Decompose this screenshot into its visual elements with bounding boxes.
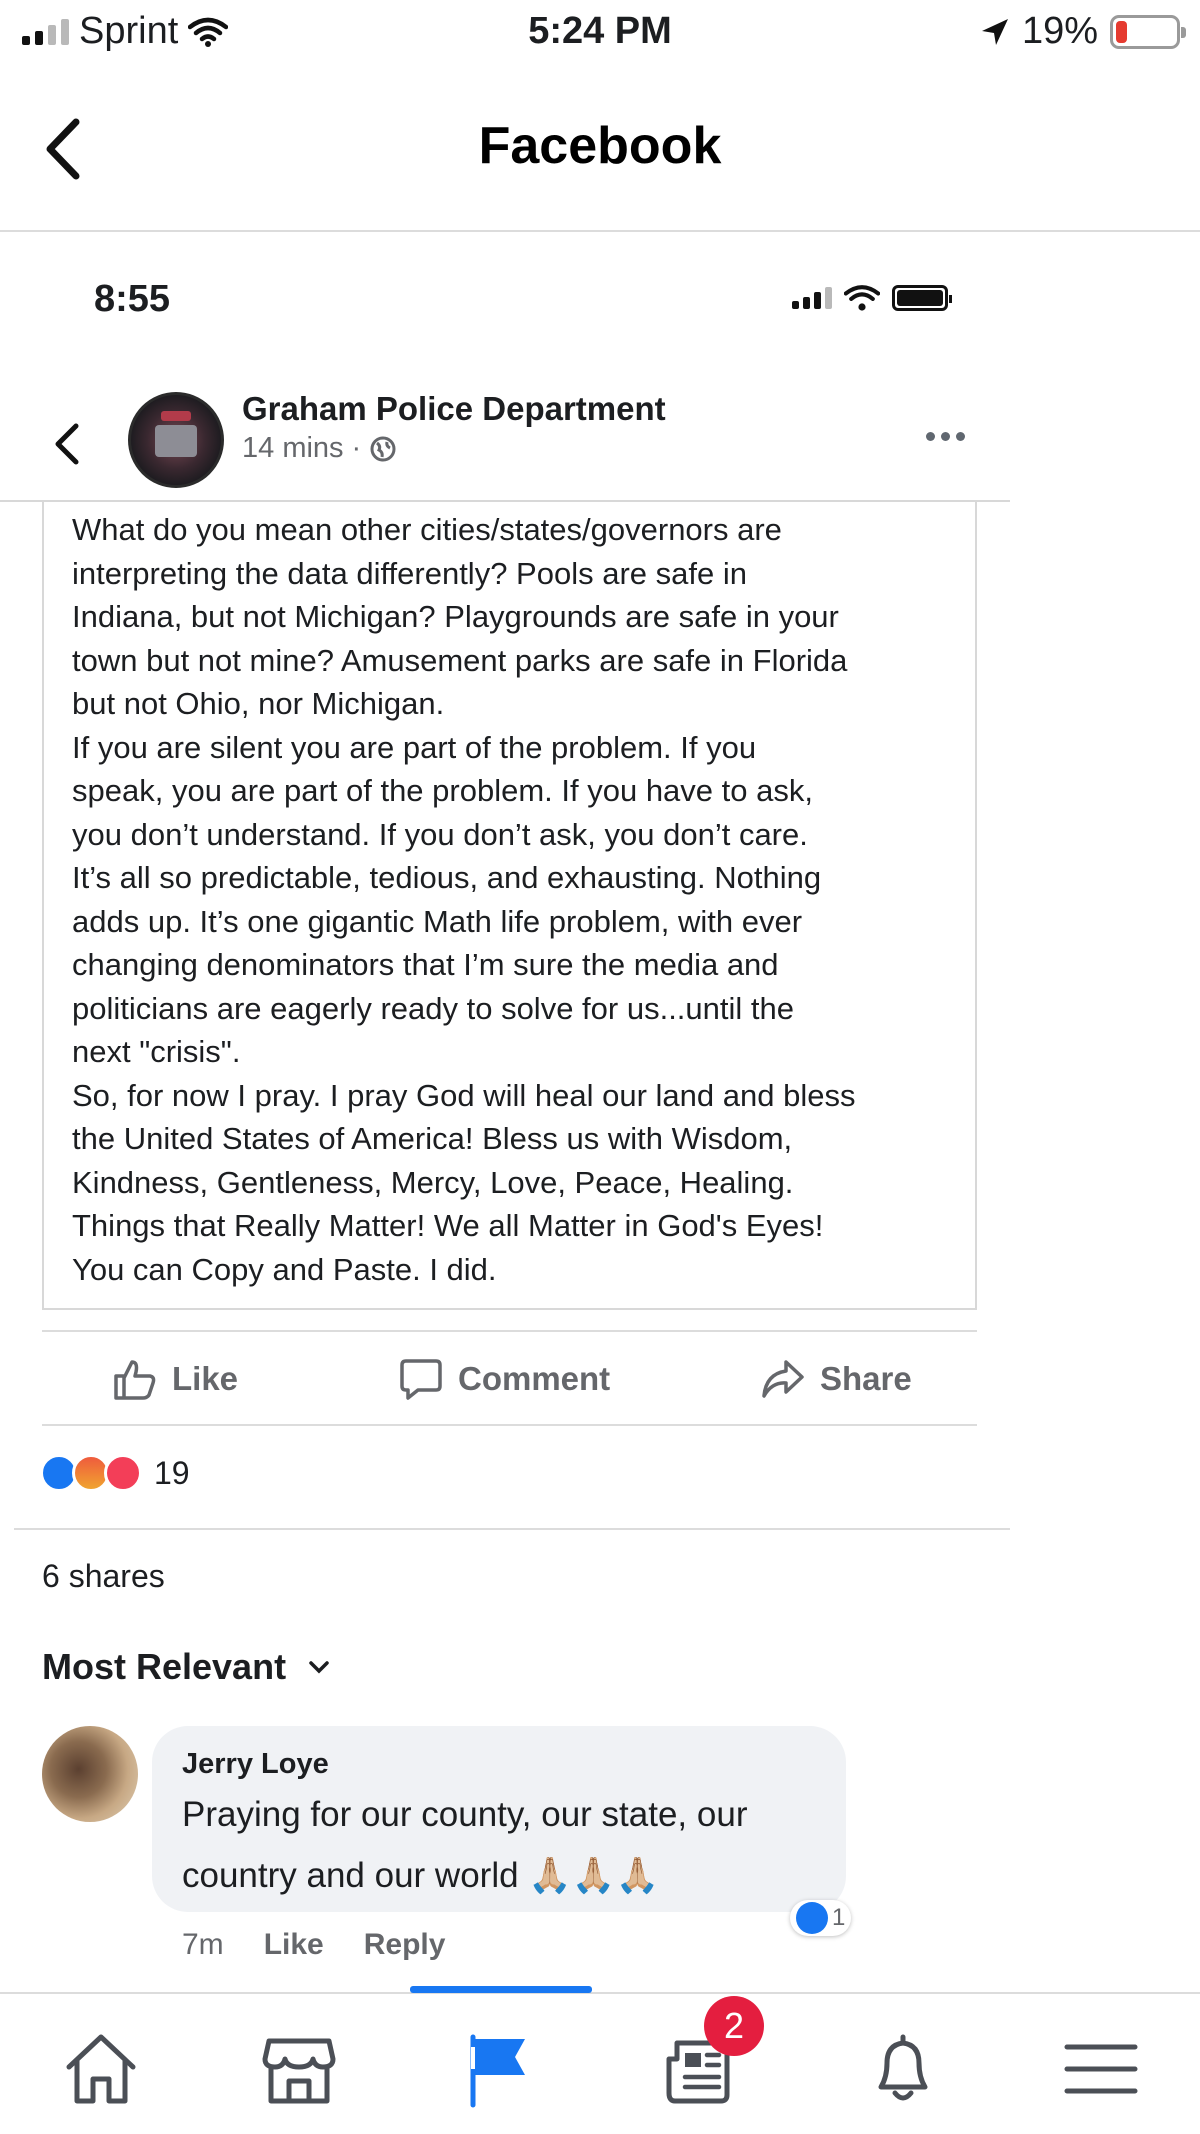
comment-like-count: 1	[832, 1904, 846, 1931]
tab-notifications[interactable]	[858, 2024, 948, 2114]
like-label: Like	[172, 1360, 239, 1397]
inner-cell-signal-icon	[792, 287, 832, 309]
location-arrow-icon	[981, 18, 1008, 45]
tab-pages[interactable]	[454, 2024, 544, 2114]
bottom-tab-bar: 2	[0, 1986, 1200, 2134]
battery-icon	[1110, 14, 1186, 49]
post-text: What do you mean other cities/states/gov…	[72, 512, 856, 1287]
post-header: Graham Police Department 14 mins ·	[0, 372, 1010, 502]
divider	[14, 1528, 1010, 1530]
sort-label: Most Relevant	[42, 1646, 287, 1687]
commenter-avatar[interactable]	[42, 1726, 138, 1822]
comment-like-icon	[796, 1902, 828, 1934]
notifications-bell-icon	[878, 2034, 928, 2101]
comment-button[interactable]: Comment	[398, 1356, 610, 1402]
post-time[interactable]: 14 mins	[242, 432, 344, 465]
inner-status-time: 8:55	[94, 278, 171, 320]
inner-battery-icon	[892, 285, 952, 311]
reaction-count: 19	[154, 1454, 190, 1491]
share-button[interactable]: Share	[760, 1356, 912, 1402]
tab-news[interactable]: 2	[656, 1996, 764, 2114]
menu-hamburger-icon	[1064, 2044, 1138, 2094]
post-author[interactable]: Graham Police Department	[242, 390, 666, 428]
notification-badge: 2	[704, 1996, 764, 2056]
comment-author[interactable]: Jerry Loye	[182, 1748, 329, 1781]
share-label: Share	[820, 1360, 912, 1397]
chevron-down-icon	[309, 1661, 329, 1674]
active-tab-indicator	[410, 1986, 592, 1993]
inner-status-icons	[792, 284, 952, 312]
love-reaction-icon	[104, 1454, 142, 1492]
comment-reaction-badge[interactable]: 1	[790, 1900, 852, 1936]
nav-header: Facebook	[0, 66, 1200, 232]
status-right: 19%	[980, 10, 1186, 53]
like-button[interactable]: Like	[112, 1356, 238, 1402]
nav-title: Facebook	[478, 117, 722, 175]
comment-reply-link[interactable]: Reply	[364, 1928, 446, 1962]
comment-bubble-icon	[400, 1359, 442, 1400]
post-actions: Like Comment Share	[42, 1330, 977, 1426]
comment-like-link[interactable]: Like	[264, 1928, 324, 1962]
tab-marketplace[interactable]	[254, 2024, 344, 2114]
marketplace-icon	[262, 2038, 336, 2104]
inner-wifi-icon	[844, 285, 880, 311]
meta-separator: ·	[351, 432, 362, 464]
comment-time: 7m	[182, 1928, 224, 1961]
comment-bubble: Jerry Loye Praying for our county, our s…	[152, 1726, 846, 1912]
home-icon	[66, 2034, 136, 2104]
battery-level	[1116, 20, 1127, 43]
comment-meta: 7m Like Reply	[182, 1928, 445, 1962]
post-back-chevron-icon[interactable]	[52, 422, 82, 466]
share-count[interactable]: 6 shares	[42, 1558, 165, 1595]
post-meta: 14 mins ·	[242, 432, 397, 465]
more-options-icon[interactable]	[926, 432, 965, 441]
comment-label: Comment	[458, 1360, 611, 1397]
post-body: What do you mean other cities/states/gov…	[42, 502, 977, 1310]
police-badge-avatar[interactable]	[128, 392, 224, 488]
reaction-summary[interactable]: 19	[40, 1454, 190, 1492]
comment-sort-dropdown[interactable]: Most Relevant	[42, 1646, 330, 1688]
thumbs-up-icon	[114, 1360, 156, 1400]
globe-icon	[370, 436, 396, 461]
comment-text: Praying for our county, our state, our c…	[182, 1795, 748, 1895]
battery-percent: 19%	[1021, 10, 1098, 52]
status-bar: Sprint 5:24 PM 19%	[0, 0, 1200, 66]
tab-home[interactable]	[56, 2024, 146, 2114]
share-arrow-icon	[762, 1360, 804, 1398]
shared-screenshot: 8:55 Graham Police Department 14 mins · …	[0, 232, 1200, 1992]
tab-menu[interactable]	[1056, 2024, 1146, 2114]
pages-flag-icon	[470, 2034, 525, 2108]
